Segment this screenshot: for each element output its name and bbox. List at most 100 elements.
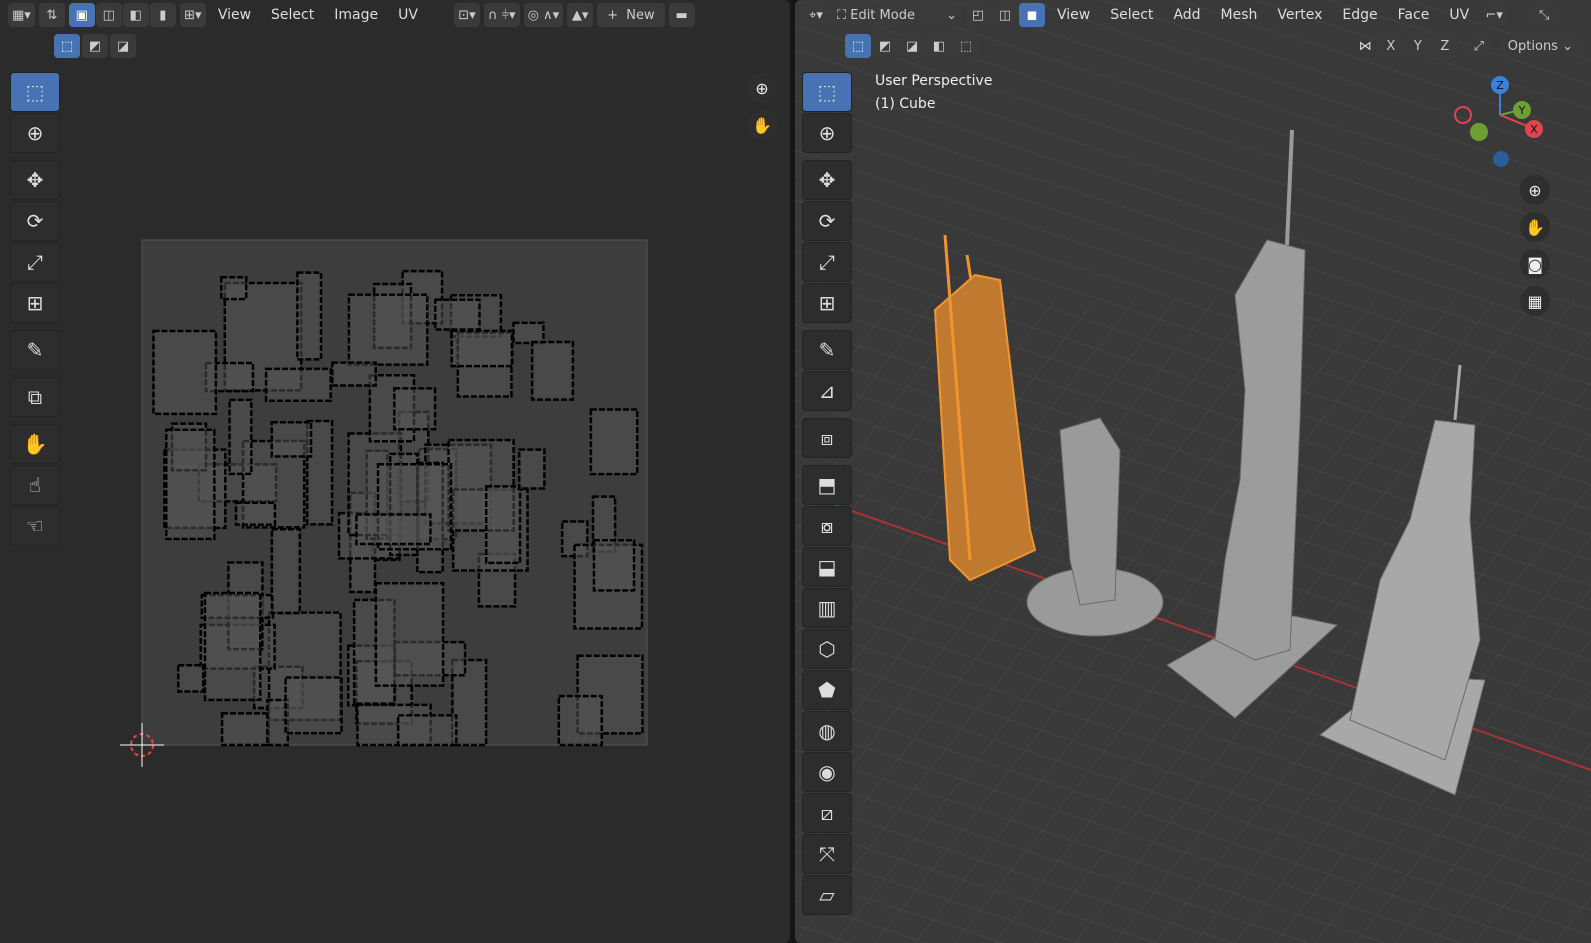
gizmo-y-label[interactable]: Y	[1518, 104, 1526, 117]
annotate-tool[interactable]: ✎	[802, 330, 852, 370]
select-subtract-button[interactable]: ◪	[899, 34, 925, 58]
active-object-name: (1) Cube	[875, 96, 936, 112]
select-invert-button[interactable]: ◧	[926, 34, 952, 58]
select-intersect-button[interactable]: ⬚	[953, 34, 979, 58]
perspective-grid-icon[interactable]: ▦	[1520, 286, 1550, 316]
uv-editor: ▦▾ ⇅ ▣ ◫ ◧ ▮ ⊞▾ View Select Image UV ⊡▾ …	[0, 0, 790, 943]
uv-island[interactable]	[228, 398, 253, 476]
uv-island[interactable]	[374, 582, 445, 687]
bevel-tool[interactable]: ⬓	[802, 547, 852, 587]
menu-view[interactable]: View	[1049, 7, 1098, 23]
3d-viewport: ⌖▾ ⛶ Edit Mode ⌄ ◰ ◫ ◼ View Select Add Me…	[795, 0, 1591, 943]
uv-island[interactable]	[557, 694, 604, 747]
uv-island[interactable]	[331, 361, 377, 387]
measure-tool[interactable]: ⊿	[802, 371, 852, 411]
uv-island[interactable]	[220, 712, 271, 747]
uv-island[interactable]	[234, 501, 277, 526]
uv-island[interactable]	[220, 275, 248, 301]
camera-icon[interactable]: ◙	[1520, 249, 1550, 279]
uv-island[interactable]	[203, 591, 262, 702]
uv-island[interactable]	[296, 271, 323, 361]
uv-island[interactable]	[270, 528, 302, 615]
mode-dropdown[interactable]: ⛶ Edit Mode ⌄	[833, 3, 961, 27]
grid-line	[795, 749, 1387, 943]
uv-island[interactable]	[270, 420, 313, 458]
add-cube-tool[interactable]: ⧈	[802, 418, 852, 458]
menu-face[interactable]: Face	[1390, 7, 1438, 23]
selected-tower[interactable]	[933, 234, 1037, 582]
uv-island[interactable]	[592, 538, 636, 592]
view-name: User Perspective	[875, 73, 993, 89]
mode-label: Edit Mode	[850, 7, 915, 23]
gizmo-z-label[interactable]: Z	[1496, 79, 1504, 92]
vertex-mode-button[interactable]: ◰	[965, 3, 991, 27]
face-mode-button[interactable]: ◼	[1019, 3, 1045, 27]
object-interaction-icon[interactable]: ⌖▾	[803, 3, 829, 27]
edge-mode-button[interactable]: ◫	[992, 3, 1018, 27]
uv-island[interactable]	[152, 329, 218, 416]
uv-island[interactable]	[396, 714, 458, 747]
menu-vertex[interactable]: Vertex	[1269, 7, 1330, 23]
select-box-tool[interactable]: ⬚	[802, 72, 852, 112]
viewport-toolbar: ⬚ ⊕ ✥ ⟳ ⤢ ⊞ ✎ ⊿ ⧈ ⬒ ⧇ ⬓ ▥ ⬡ ⬟ ◍ ◉ ⧄ ⤧ ▱	[802, 72, 852, 916]
grid-line	[1514, 844, 1591, 943]
mirror-y-toggle[interactable]: Y	[1404, 34, 1431, 58]
transform-pivot-button[interactable]: ⤡	[1531, 3, 1558, 27]
grid-line	[795, 174, 1591, 436]
menu-edge[interactable]: Edge	[1334, 7, 1385, 23]
viewport-header: ⌖▾ ⛶ Edit Mode ⌄ ◰ ◫ ◼ View Select Add Me…	[795, 0, 1591, 30]
uv-island[interactable]	[177, 664, 205, 693]
uv-island[interactable]	[284, 676, 343, 735]
uv-island[interactable]	[393, 387, 437, 431]
loop-cut-tool[interactable]: ▥	[802, 588, 852, 628]
uv-island[interactable]	[450, 329, 514, 368]
shear-tool[interactable]: ▱	[802, 875, 852, 915]
options-label: Options	[1507, 38, 1558, 54]
shrink-fatten-tool[interactable]: ⤧	[802, 834, 852, 874]
mirror-icon: ⋈	[1358, 38, 1372, 54]
grid-line	[795, 774, 1310, 943]
rotate-tool[interactable]: ⟳	[802, 201, 852, 241]
extrude-tool[interactable]: ⬒	[802, 465, 852, 505]
knife-tool[interactable]: ⬡	[802, 629, 852, 669]
gizmo-x-label[interactable]: X	[1530, 123, 1538, 136]
menu-uv[interactable]: UV	[1441, 7, 1477, 23]
transform-tool[interactable]: ⊞	[802, 283, 852, 323]
options-dropdown[interactable]: Options ⌄	[1499, 34, 1581, 58]
mirror-z-toggle[interactable]: Z	[1431, 34, 1458, 58]
smooth-tool[interactable]: ◉	[802, 752, 852, 792]
select-extend-button[interactable]: ◩	[872, 34, 898, 58]
uv-island[interactable]	[347, 293, 429, 366]
spin-tool[interactable]: ◍	[802, 711, 852, 751]
tower-2[interactable]	[1026, 417, 1164, 637]
menu-add[interactable]: Add	[1165, 7, 1208, 23]
viewport-subheader: ⬚ ◩ ◪ ◧ ⬚ ⋈ X Y Z ⤢ Options ⌄	[845, 32, 1581, 60]
uv-island[interactable]	[355, 513, 432, 546]
uv-island[interactable]	[484, 485, 522, 565]
uv-island[interactable]	[165, 428, 216, 541]
menu-mesh[interactable]: Mesh	[1213, 7, 1266, 23]
inset-tool[interactable]: ⧇	[802, 506, 852, 546]
select-new-button[interactable]: ⬚	[845, 34, 871, 58]
auto-merge-toggle[interactable]: ⤢	[1465, 34, 1492, 58]
move-tool[interactable]: ✥	[802, 160, 852, 200]
uv-island[interactable]	[512, 321, 545, 345]
uv-island[interactable]	[589, 408, 639, 476]
uv-island[interactable]	[264, 367, 332, 402]
menu-select[interactable]: Select	[1102, 7, 1161, 23]
zoom-icon[interactable]: ⊕	[1520, 175, 1550, 205]
grid-line	[795, 724, 1463, 943]
pan-hand-icon[interactable]: ✋	[1520, 212, 1550, 242]
grid-line	[795, 149, 1591, 411]
mirror-x-toggle[interactable]: X	[1377, 34, 1404, 58]
uv-canvas[interactable]	[0, 0, 790, 943]
scale-tool[interactable]: ⤢	[802, 242, 852, 282]
poly-build-tool[interactable]: ⬟	[802, 670, 852, 710]
uv-island[interactable]	[517, 448, 546, 490]
cursor-tool[interactable]: ⊕	[802, 113, 852, 153]
navigation-gizmo[interactable]: Z Y X	[1450, 70, 1560, 175]
uv-island[interactable]	[434, 298, 481, 331]
uv-island[interactable]	[530, 340, 575, 401]
edge-slide-tool[interactable]: ⧄	[802, 793, 852, 833]
transform-orientation-dropdown[interactable]: ⌐▾	[1481, 3, 1508, 27]
